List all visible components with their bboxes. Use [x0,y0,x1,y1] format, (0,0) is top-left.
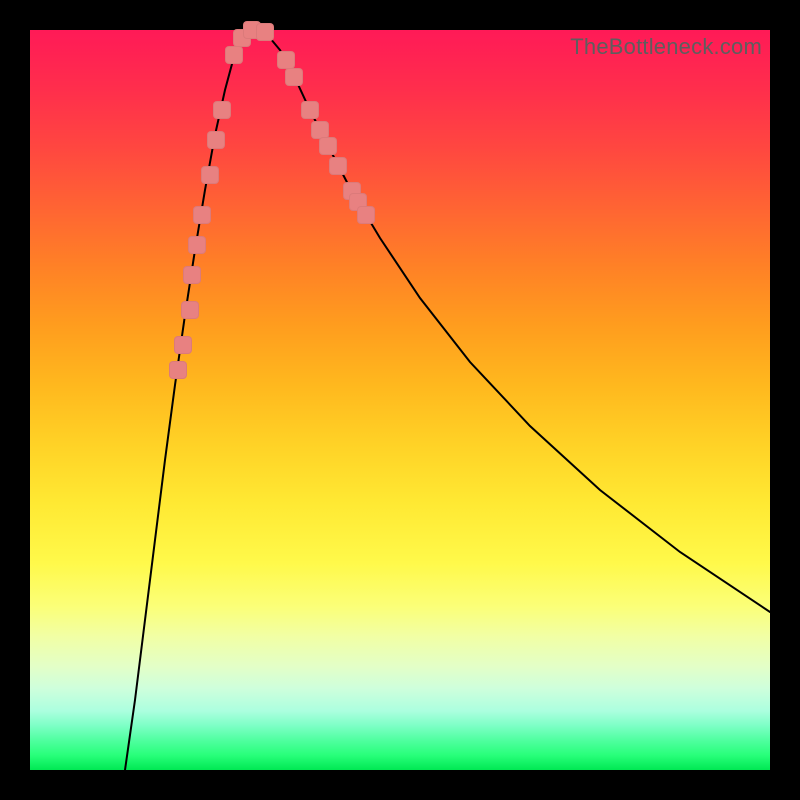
curve-svg [30,30,770,770]
marker-point [285,68,303,86]
marker-point [201,166,219,184]
marker-point [169,361,187,379]
marker-point [181,301,199,319]
frame: TheBottleneck.com [0,0,800,800]
marker-point [183,266,201,284]
marker-point [188,236,206,254]
marker-point [207,131,225,149]
plot-area: TheBottleneck.com [30,30,770,770]
marker-point [225,46,243,64]
marker-point [213,101,231,119]
marker-point [357,206,375,224]
marker-point [319,137,337,155]
marker-point [301,101,319,119]
marker-point [256,23,274,41]
marker-point [329,157,347,175]
marker-point [174,336,192,354]
marker-point [277,51,295,69]
marker-point [193,206,211,224]
